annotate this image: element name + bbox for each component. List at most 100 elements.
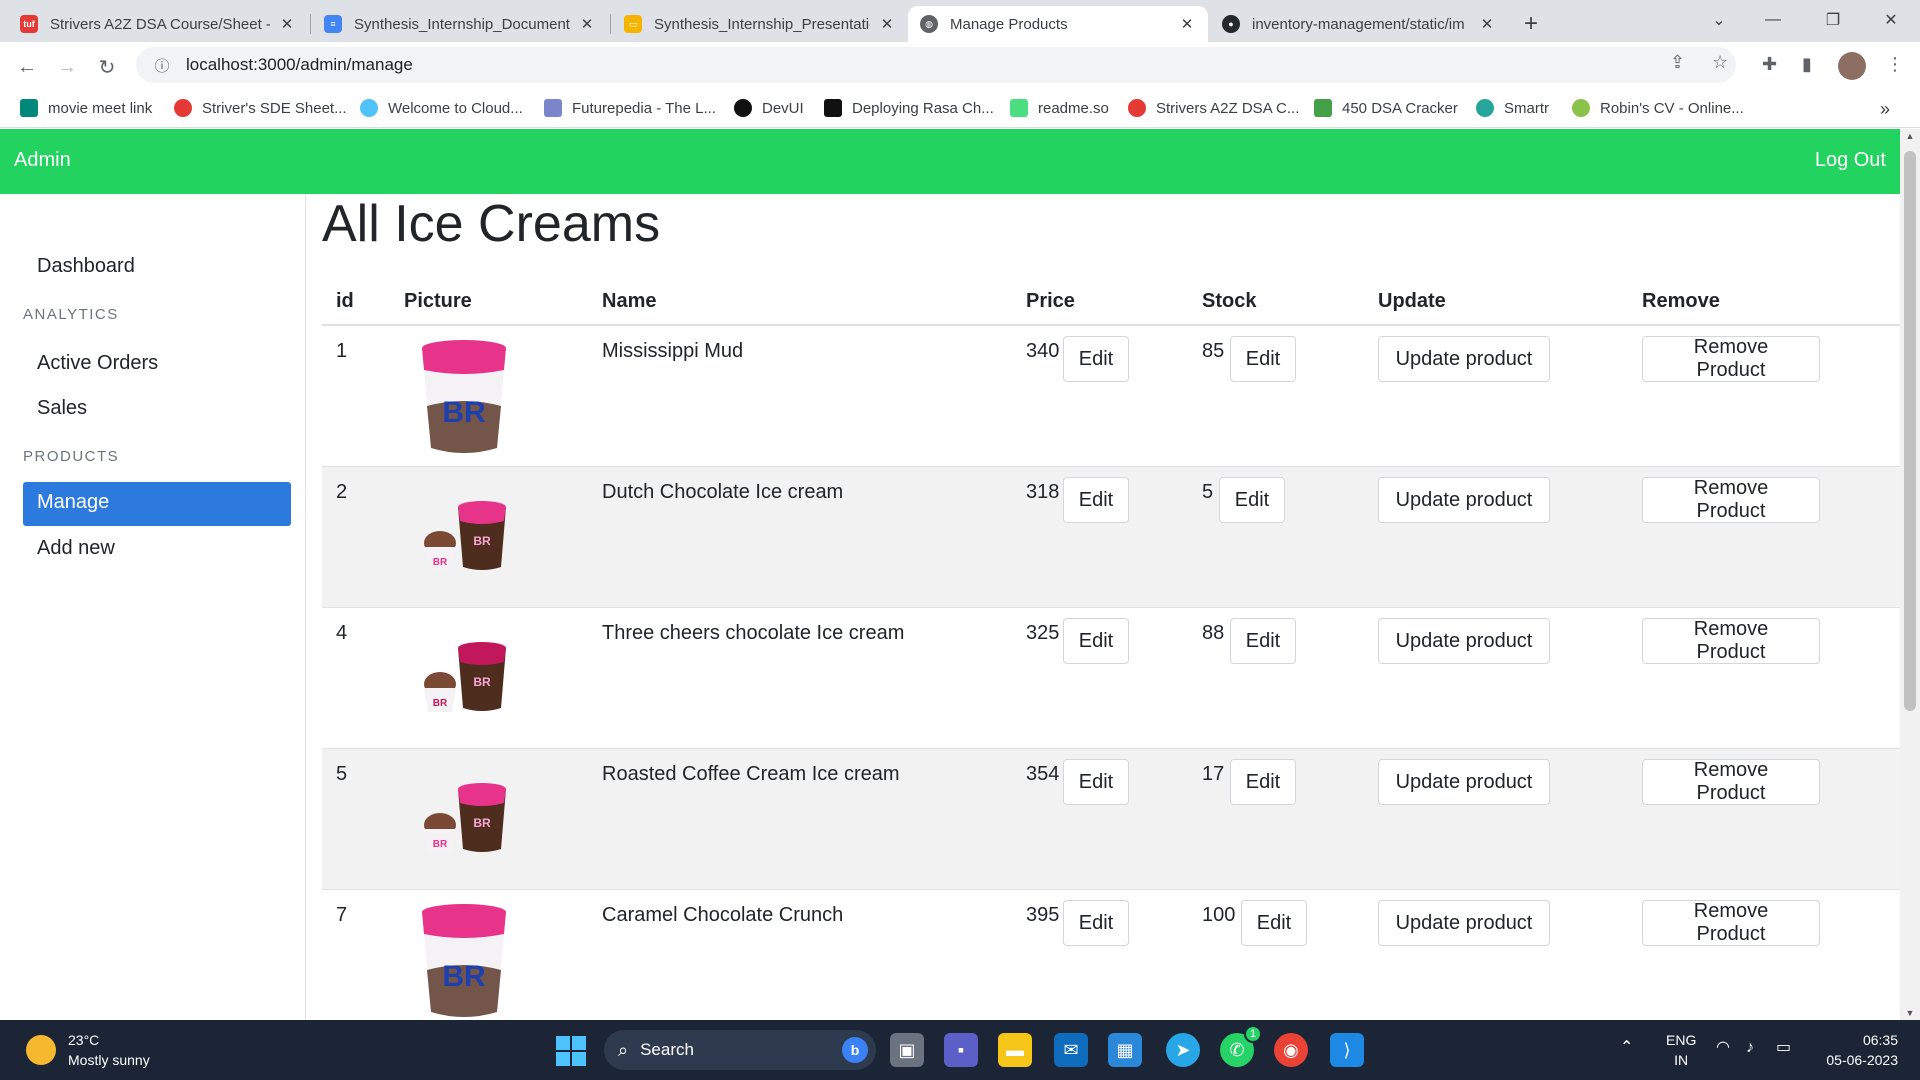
reload-icon[interactable]: ↻: [92, 52, 122, 82]
remove-product-button[interactable]: Remove Product: [1642, 618, 1820, 664]
logout-link[interactable]: Log Out: [1815, 149, 1886, 172]
remove-product-button[interactable]: Remove Product: [1642, 900, 1820, 946]
tab-search-icon[interactable]: ⌄: [1690, 0, 1748, 40]
vscode-icon[interactable]: ⟩: [1330, 1033, 1364, 1067]
close-window-button[interactable]: ✕: [1862, 0, 1920, 40]
brand-link[interactable]: Admin: [14, 149, 71, 172]
sidebar-heading-products: PRODUCTS: [23, 448, 120, 465]
minimize-button[interactable]: —: [1744, 0, 1802, 40]
bookmark-item[interactable]: readme.so: [1010, 99, 1109, 117]
page-scrollbar[interactable]: ▲ ▼: [1900, 129, 1920, 1020]
file-explorer-icon[interactable]: ▬: [998, 1033, 1032, 1067]
bookmark-item[interactable]: Strivers A2Z DSA C...: [1128, 99, 1299, 117]
tray-overflow-icon[interactable]: ⌃: [1620, 1038, 1633, 1058]
bookmark-item[interactable]: Striver's SDE Sheet...: [174, 99, 347, 117]
product-id: 7: [336, 904, 348, 926]
bookmark-item[interactable]: Welcome to Cloud...: [360, 99, 523, 117]
forward-icon[interactable]: →: [52, 52, 82, 82]
battery-icon[interactable]: ▭: [1776, 1038, 1791, 1058]
edit-stock-button[interactable]: Edit: [1230, 759, 1296, 805]
telegram-icon[interactable]: ➤: [1166, 1033, 1200, 1067]
close-icon[interactable]: ✕: [578, 15, 596, 33]
bookmark-item[interactable]: Smartr: [1476, 99, 1549, 117]
restore-button[interactable]: ❐: [1804, 0, 1862, 40]
menu-dots-icon[interactable]: ⋮: [1886, 54, 1904, 75]
extensions-icon[interactable]: ✚: [1762, 54, 1777, 75]
windows-start-icon[interactable]: [556, 1036, 586, 1066]
scrollbar-thumb[interactable]: [1904, 151, 1916, 711]
volume-icon[interactable]: ♪: [1746, 1038, 1754, 1058]
svg-text:BR: BR: [442, 960, 486, 993]
language-indicator[interactable]: ENG IN: [1666, 1030, 1696, 1070]
edit-price-button[interactable]: Edit: [1063, 336, 1129, 382]
edit-stock-button[interactable]: Edit: [1230, 618, 1296, 664]
close-icon[interactable]: ✕: [278, 15, 296, 33]
side-panel-icon[interactable]: ▮: [1802, 54, 1812, 75]
sidebar-item-dashboard[interactable]: Dashboard: [23, 246, 291, 290]
browser-tab[interactable]: ▭ Synthesis_Internship_Presentatio ✕: [612, 6, 908, 42]
bookmark-label: Smartr: [1504, 99, 1549, 117]
address-bar[interactable]: ⓘ localhost:3000/admin/manage: [136, 47, 1736, 83]
update-product-button[interactable]: Update product: [1378, 759, 1550, 805]
clock[interactable]: 06:35 05-06-2023: [1816, 1030, 1898, 1070]
browser-tab[interactable]: tuf Strivers A2Z DSA Course/Sheet - ✕: [8, 6, 308, 42]
sidebar-heading-analytics: ANALYTICS: [23, 306, 119, 323]
edit-price-button[interactable]: Edit: [1063, 477, 1129, 523]
site-info-icon[interactable]: ⓘ: [146, 55, 178, 76]
bookmark-item[interactable]: DevUI: [734, 99, 804, 117]
bookmark-item[interactable]: Robin's CV - Online...: [1572, 99, 1744, 117]
browser-tab[interactable]: ● inventory-management/static/im ✕: [1210, 6, 1508, 42]
bookmark-item[interactable]: movie meet link: [20, 99, 152, 117]
mail-icon[interactable]: ✉: [1054, 1033, 1088, 1067]
edit-stock-button[interactable]: Edit: [1241, 900, 1307, 946]
avatar[interactable]: [1838, 52, 1866, 80]
edit-stock-button[interactable]: Edit: [1219, 477, 1285, 523]
remove-product-button[interactable]: Remove Product: [1642, 336, 1820, 382]
store-icon[interactable]: ▦: [1108, 1033, 1142, 1067]
bookmark-star-icon[interactable]: ☆: [1712, 52, 1728, 73]
edit-price-button[interactable]: Edit: [1063, 759, 1129, 805]
browser-tab[interactable]: ≡ Synthesis_Internship_Documenta ✕: [312, 6, 608, 42]
bookmark-item[interactable]: Futurepedia - The L...: [544, 99, 716, 117]
bing-icon[interactable]: b: [842, 1037, 868, 1063]
scroll-up-icon[interactable]: ▲: [1900, 131, 1920, 141]
svg-text:BR: BR: [473, 816, 491, 830]
back-icon[interactable]: ←: [12, 52, 42, 82]
teams-chat-icon[interactable]: ▪: [944, 1033, 978, 1067]
remove-product-button[interactable]: Remove Product: [1642, 759, 1820, 805]
product-id: 2: [336, 481, 348, 503]
browser-tab-active[interactable]: ◍ Manage Products ✕: [908, 6, 1208, 42]
task-view-icon[interactable]: ▣: [890, 1033, 924, 1067]
sun-icon: [26, 1035, 56, 1065]
google-docs-icon: ≡: [324, 15, 342, 33]
close-icon[interactable]: ✕: [878, 15, 896, 33]
close-icon[interactable]: ✕: [1178, 15, 1196, 33]
bookmark-item[interactable]: Deploying Rasa Ch...: [824, 99, 994, 117]
close-icon[interactable]: ✕: [1478, 15, 1496, 33]
share-icon[interactable]: ⇪: [1670, 52, 1685, 73]
more-bookmarks-icon[interactable]: »: [1880, 99, 1890, 120]
sidebar-item-add-new[interactable]: Add new: [23, 528, 291, 572]
bookmark-item[interactable]: 450 DSA Cracker: [1314, 99, 1458, 117]
tuf-icon: [174, 99, 192, 117]
update-product-button[interactable]: Update product: [1378, 618, 1550, 664]
taskbar-search[interactable]: ⌕ Search b: [604, 1030, 876, 1070]
tab-title: inventory-management/static/im: [1252, 15, 1465, 33]
scroll-down-icon[interactable]: ▼: [1900, 1008, 1920, 1018]
sidebar-item-active-orders[interactable]: Active Orders: [23, 343, 291, 387]
product-price: 395: [1026, 904, 1060, 926]
edit-stock-button[interactable]: Edit: [1230, 336, 1296, 382]
new-tab-button[interactable]: +: [1516, 9, 1546, 39]
sidebar-item-manage[interactable]: Manage: [23, 482, 291, 526]
update-product-button[interactable]: Update product: [1378, 477, 1550, 523]
whatsapp-icon[interactable]: ✆ 1: [1220, 1025, 1262, 1067]
chrome-icon[interactable]: ◉: [1274, 1033, 1308, 1067]
weather-widget[interactable]: 23°C Mostly sunny: [26, 1030, 150, 1070]
edit-price-button[interactable]: Edit: [1063, 618, 1129, 664]
update-product-button[interactable]: Update product: [1378, 900, 1550, 946]
remove-product-button[interactable]: Remove Product: [1642, 477, 1820, 523]
edit-price-button[interactable]: Edit: [1063, 900, 1129, 946]
update-product-button[interactable]: Update product: [1378, 336, 1550, 382]
sidebar-item-sales[interactable]: Sales: [23, 388, 291, 432]
wifi-icon[interactable]: ◠: [1716, 1038, 1730, 1058]
